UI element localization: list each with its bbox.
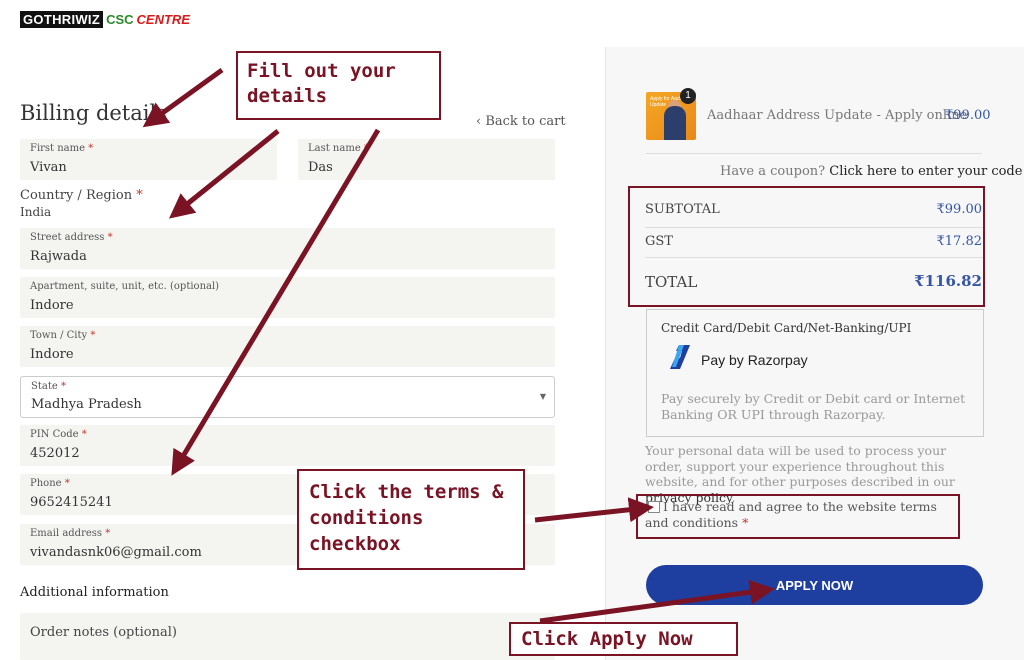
coupon-notice: Have a coupon? Click here to enter your …: [720, 164, 1023, 179]
apartment-label: Apartment, suite, unit, etc. (optional): [30, 281, 220, 292]
last-name-value: Das: [308, 160, 333, 175]
apartment-field[interactable]: Apartment, suite, unit, etc. (optional) …: [20, 277, 555, 318]
logo-part-1: GOTHRIWIZ: [20, 10, 104, 28]
logo-part-3: CENTRE: [136, 11, 190, 27]
apply-now-button[interactable]: APPLY NOW: [646, 565, 983, 605]
phone-value: 9652415241: [30, 495, 113, 510]
pin-code-field[interactable]: PIN Code * 452012: [20, 425, 555, 466]
apply-callout: Click Apply Now: [509, 622, 738, 656]
chevron-down-icon: ▼: [539, 392, 546, 401]
product-price: ₹99.00: [945, 108, 991, 123]
billing-heading: Billing details: [20, 101, 167, 125]
email-value: vivandasnk06@gmail.com: [30, 545, 202, 560]
apply-callout-text: Click Apply Now: [521, 628, 693, 650]
last-name-label: Last name *: [308, 143, 369, 154]
town-city-value: Indore: [30, 347, 74, 362]
country-label: Country / Region *: [20, 188, 143, 203]
state-select[interactable]: State * Madhya Pradesh ▼: [20, 376, 555, 418]
terms-callout: Click the terms & conditions checkbox: [297, 469, 525, 570]
divider: [646, 153, 982, 154]
street-address-label: Street address *: [30, 232, 113, 243]
payment-description: Pay securely by Credit or Debit card or …: [661, 391, 966, 422]
site-logo[interactable]: GOTHRIWIZ CSC CENTRE: [20, 10, 190, 28]
fill-details-callout: Fill out your details: [236, 51, 441, 120]
product-name: Aadhaar Address Update - Apply online: [707, 108, 968, 123]
email-label: Email address *: [30, 528, 111, 539]
coupon-link[interactable]: Click here to enter your code: [829, 164, 1022, 179]
razorpay-icon: [670, 345, 690, 369]
town-city-label: Town / City *: [30, 330, 96, 341]
quantity-badge: 1: [680, 88, 696, 104]
terms-callout-text: Click the terms & conditions checkbox: [309, 481, 504, 555]
first-name-field[interactable]: First name * Vivan: [20, 139, 277, 180]
totals-highlight-box: [628, 186, 985, 307]
phone-label: Phone *: [30, 478, 70, 489]
logo-part-2: CSC: [106, 11, 134, 27]
last-name-field[interactable]: Last name * Das: [298, 139, 555, 180]
street-address-value: Rajwada: [30, 249, 87, 264]
country-value: India: [20, 205, 52, 219]
town-city-field[interactable]: Town / City * Indore: [20, 326, 555, 367]
terms-highlight-box: [636, 494, 960, 539]
apartment-value: Indore: [30, 298, 74, 313]
state-label: State *: [31, 381, 66, 392]
additional-info-heading: Additional information: [20, 585, 169, 600]
payment-method-title: Credit Card/Debit Card/Net-Banking/UPI: [661, 321, 912, 335]
first-name-value: Vivan: [30, 160, 67, 175]
back-to-cart-link[interactable]: ‹ Back to cart: [476, 114, 566, 129]
state-value: Madhya Pradesh: [31, 397, 142, 412]
street-address-field[interactable]: Street address * Rajwada: [20, 228, 555, 269]
fill-details-text: Fill out your details: [247, 60, 396, 107]
razorpay-label: Pay by Razorpay: [701, 352, 808, 368]
pin-code-label: PIN Code *: [30, 429, 87, 440]
order-notes-placeholder: Order notes (optional): [30, 625, 177, 640]
order-notes-field[interactable]: Order notes (optional): [20, 613, 555, 660]
first-name-label: First name *: [30, 143, 94, 154]
pin-code-value: 452012: [30, 446, 80, 461]
